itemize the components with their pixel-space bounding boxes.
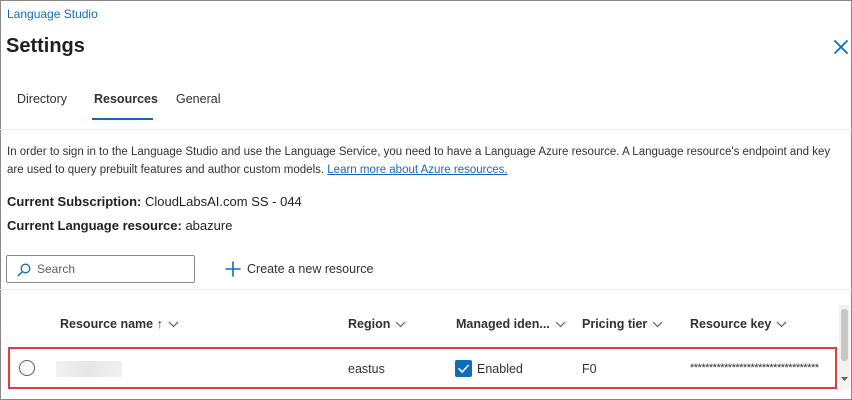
tab-general[interactable]: General	[176, 92, 220, 106]
managed-identity-checkbox[interactable]	[455, 360, 472, 377]
pricing-tier-cell: F0	[582, 362, 597, 376]
column-header-resource-key[interactable]: Resource key	[690, 317, 787, 331]
column-header-label: Managed iden...	[456, 317, 550, 331]
chevron-down-icon	[168, 321, 179, 328]
vertical-scrollbar[interactable]	[839, 305, 850, 389]
resource-label: Current Language resource:	[7, 218, 182, 233]
chevron-down-icon	[652, 321, 663, 328]
column-header-pricing-tier[interactable]: Pricing tier	[582, 317, 663, 331]
search-box[interactable]	[6, 255, 195, 283]
breadcrumb[interactable]: Language Studio	[7, 7, 98, 21]
column-header-resource-name[interactable]: Resource name ↑	[60, 317, 179, 331]
page-title: Settings	[6, 35, 85, 57]
row-select-radio[interactable]	[19, 360, 35, 376]
search-icon	[17, 263, 31, 277]
managed-identity-cell: Enabled	[477, 362, 523, 376]
divider	[0, 289, 852, 290]
divider	[0, 129, 852, 130]
column-header-label: Resource key	[690, 317, 772, 331]
close-button[interactable]	[830, 36, 852, 58]
learn-more-link[interactable]: Learn more about Azure resources.	[327, 164, 507, 176]
description: In order to sign in to the Language Stud…	[7, 143, 845, 179]
resource-key-cell: **********************************	[690, 362, 819, 374]
chevron-down-icon	[395, 321, 406, 328]
add-icon	[225, 261, 241, 277]
chevron-down-icon	[555, 321, 566, 328]
resource-name-redacted	[56, 361, 122, 377]
search-input[interactable]	[37, 261, 187, 277]
tab-resources[interactable]: Resources	[94, 92, 158, 106]
scrollbar-thumb[interactable]	[841, 309, 848, 361]
subscription-value: CloudLabsAI.com SS - 044	[144, 194, 302, 209]
subscription-label: Current Subscription:	[7, 194, 142, 209]
current-language-resource: Current Language resource: abazure	[7, 218, 232, 233]
column-header-region[interactable]: Region	[348, 317, 406, 331]
resource-value: abazure	[185, 218, 233, 233]
close-icon	[834, 40, 848, 54]
column-header-label: Region	[348, 317, 391, 331]
tab-directory[interactable]: Directory	[17, 92, 67, 106]
column-header-managed-identity[interactable]: Managed iden...	[456, 317, 566, 331]
active-tab-indicator	[92, 118, 153, 120]
region-cell: eastus	[348, 362, 385, 376]
checkmark-icon	[458, 364, 469, 373]
create-resource-label: Create a new resource	[247, 262, 374, 276]
chevron-down-icon	[776, 321, 787, 328]
current-subscription: Current Subscription: CloudLabsAI.com SS…	[7, 194, 302, 209]
column-header-label: Pricing tier	[582, 317, 648, 331]
scroll-down-arrow-icon[interactable]	[840, 376, 849, 382]
column-header-label: Resource name ↑	[60, 317, 163, 331]
